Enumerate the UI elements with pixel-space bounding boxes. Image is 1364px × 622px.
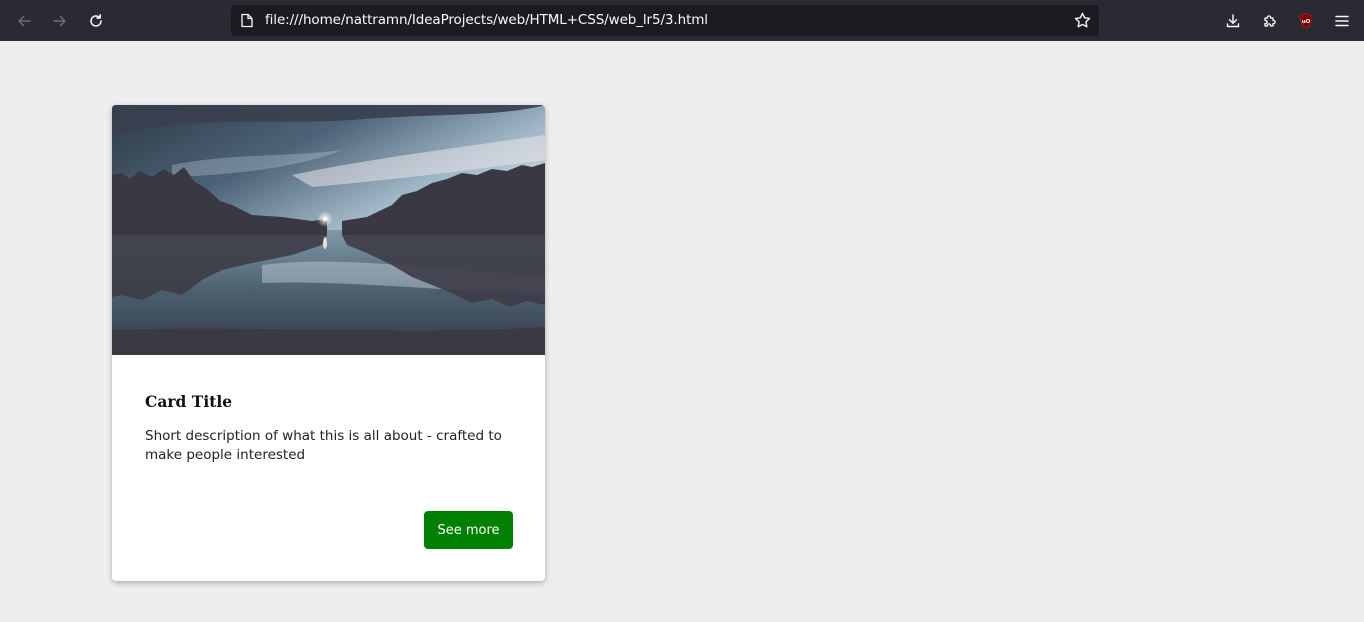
card-description: Short description of what this is all ab…: [145, 428, 502, 463]
hamburger-menu-icon: [1335, 15, 1349, 27]
svg-text:uO: uO: [1302, 19, 1311, 25]
download-icon: [1226, 14, 1240, 28]
main-menu-button[interactable]: [1329, 8, 1355, 34]
browser-toolbar: file:///home/nattramn/IdeaProjects/web/H…: [0, 0, 1364, 41]
card-image: [112, 105, 545, 355]
reload-button[interactable]: [83, 8, 109, 34]
puzzle-piece-icon: [1264, 15, 1276, 27]
arrow-right-icon: [53, 15, 66, 27]
back-button[interactable]: [11, 8, 37, 34]
arrow-left-icon: [18, 15, 31, 27]
card: Card Title Short description of what thi…: [112, 105, 545, 581]
downloads-button[interactable]: [1220, 8, 1246, 34]
reload-icon: [90, 14, 102, 27]
page-icon: [241, 13, 253, 28]
card-title: Card Title: [145, 392, 233, 411]
url-text[interactable]: file:///home/nattramn/IdeaProjects/web/H…: [265, 12, 708, 28]
forward-button[interactable]: [47, 8, 73, 34]
ublock-origin-button[interactable]: uO: [1293, 8, 1319, 34]
see-more-button[interactable]: See more: [424, 511, 513, 549]
extensions-button[interactable]: [1257, 8, 1283, 34]
url-bar[interactable]: file:///home/nattramn/IdeaProjects/web/H…: [231, 5, 1099, 36]
ublock-origin-icon: uO: [1299, 13, 1313, 29]
star-icon[interactable]: [1074, 12, 1091, 29]
